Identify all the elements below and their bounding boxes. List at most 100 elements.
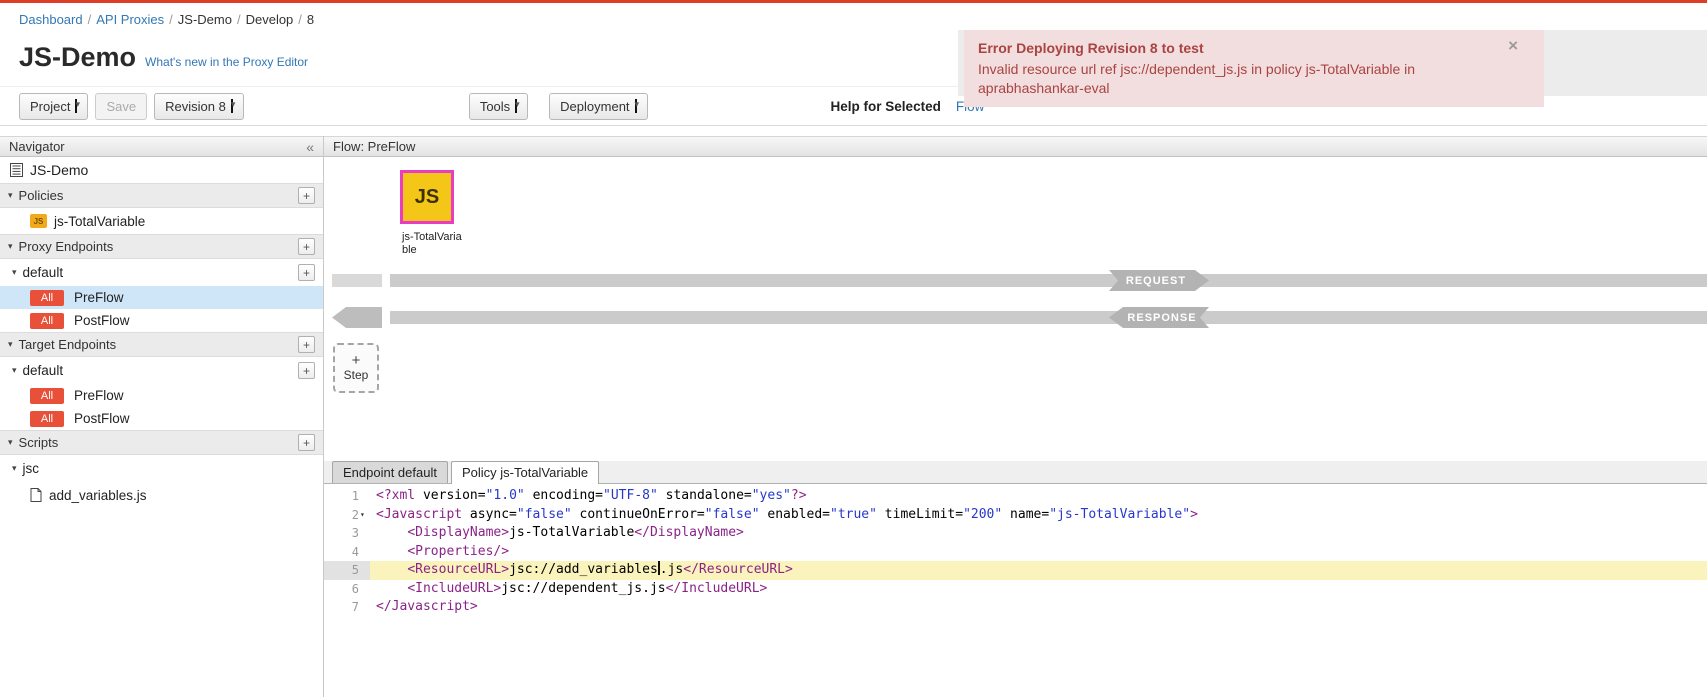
policy-node-js-totalvariable[interactable]: JS bbox=[400, 170, 454, 224]
add-policy-button[interactable]: + bbox=[298, 187, 315, 204]
section-target-endpoints[interactable]: ▾ Target Endpoints + bbox=[0, 332, 323, 357]
breadcrumb-revision: 8 bbox=[307, 12, 314, 27]
code-line-4[interactable]: 4 <Properties/> bbox=[324, 543, 1707, 562]
error-alert: Error Deploying Revision 8 to test Inval… bbox=[964, 30, 1544, 107]
line-number: 4 bbox=[324, 543, 370, 562]
code-line-5[interactable]: 5 <ResourceURL>jsc://add_variables.js</R… bbox=[324, 561, 1707, 580]
request-flow-start-segment bbox=[332, 274, 382, 287]
save-button[interactable]: Save bbox=[95, 93, 147, 120]
section-label: Policies bbox=[19, 188, 298, 203]
add-flow-button[interactable]: + bbox=[298, 264, 315, 281]
chevron-down-icon: ▾ bbox=[231, 99, 233, 113]
navigator-title: Navigator bbox=[9, 139, 306, 154]
flow-canvas[interactable]: JS js-TotalVariable REQUEST RESPONSE + S… bbox=[324, 157, 1707, 461]
request-flow-bar bbox=[390, 274, 1707, 287]
fold-arrow-icon[interactable]: ▾ bbox=[359, 506, 370, 525]
collapse-sidebar-button[interactable]: « bbox=[306, 139, 314, 155]
add-proxy-endpoint-button[interactable]: + bbox=[298, 238, 315, 255]
chevron-down-icon: ▾ bbox=[75, 99, 77, 113]
line-number: 7 bbox=[324, 598, 370, 617]
navigator-item-js-demo[interactable]: JS-Demo bbox=[0, 157, 323, 183]
group-label: default bbox=[23, 363, 298, 378]
breadcrumb-separator: / bbox=[298, 12, 302, 27]
navigator-item-proxy-postflow[interactable]: All PostFlow bbox=[0, 309, 323, 332]
code-text[interactable]: <ResourceURL>jsc://add_variables.js</Res… bbox=[370, 561, 793, 580]
project-button[interactable]: Project ▾ bbox=[19, 93, 88, 120]
chevron-down-icon: ▾ bbox=[12, 267, 17, 278]
section-policies[interactable]: ▾ Policies + bbox=[0, 183, 323, 208]
xml-code-editor[interactable]: 1<?xml version="1.0" encoding="UTF-8" st… bbox=[324, 484, 1707, 697]
navigator-sidebar: Navigator « JS-Demo ▾ Policies + JS js-T… bbox=[0, 136, 324, 697]
plus-icon: + bbox=[352, 353, 361, 368]
code-text[interactable]: <Javascript async="false" continueOnErro… bbox=[370, 506, 1198, 525]
tab-endpoint-default[interactable]: Endpoint default bbox=[332, 461, 448, 483]
flow-header: Flow: PreFlow bbox=[324, 136, 1707, 157]
section-label: Scripts bbox=[19, 435, 298, 450]
add-step-button[interactable]: + Step bbox=[333, 343, 379, 393]
deployment-button-label: Deployment bbox=[560, 99, 629, 114]
breadcrumb-api-proxies[interactable]: API Proxies bbox=[96, 12, 164, 27]
revision-button[interactable]: Revision 8 ▾ bbox=[154, 93, 244, 120]
response-arrow-head bbox=[332, 307, 382, 328]
line-number: 3 bbox=[324, 524, 370, 543]
tools-button[interactable]: Tools ▾ bbox=[469, 93, 528, 120]
save-button-label: Save bbox=[106, 99, 136, 114]
code-line-1[interactable]: 1<?xml version="1.0" encoding="UTF-8" st… bbox=[324, 487, 1707, 506]
file-label: add_variables.js bbox=[49, 488, 147, 503]
help-for-selected-label: Help for Selected bbox=[831, 99, 941, 114]
group-label: default bbox=[23, 265, 298, 280]
policy-label: js-TotalVariable bbox=[54, 214, 145, 229]
proxy-endpoint-default[interactable]: ▾ default + bbox=[0, 259, 323, 286]
flow-label: PostFlow bbox=[74, 411, 130, 426]
breadcrumb-dashboard[interactable]: Dashboard bbox=[19, 12, 83, 27]
js-policy-icon: JS bbox=[30, 214, 47, 228]
close-icon[interactable]: × bbox=[1508, 37, 1518, 54]
navigator-item-target-postflow[interactable]: All PostFlow bbox=[0, 407, 323, 430]
code-text[interactable]: <?xml version="1.0" encoding="UTF-8" sta… bbox=[370, 487, 807, 506]
code-text[interactable]: </Javascript> bbox=[370, 598, 478, 617]
response-arrow: RESPONSE bbox=[1109, 307, 1209, 328]
chevron-down-icon: ▾ bbox=[12, 365, 17, 376]
policy-node-label: js-TotalVariable bbox=[402, 231, 462, 257]
code-text[interactable]: <IncludeURL>jsc://dependent_js.js</Inclu… bbox=[370, 580, 767, 599]
main-area: Navigator « JS-Demo ▾ Policies + JS js-T… bbox=[0, 136, 1707, 697]
navigator-item-proxy-preflow[interactable]: All PreFlow bbox=[0, 286, 323, 309]
navigator-item-js-totalvariable[interactable]: JS js-TotalVariable bbox=[0, 208, 323, 234]
add-script-button[interactable]: + bbox=[298, 434, 315, 451]
deployment-button[interactable]: Deployment ▾ bbox=[549, 93, 647, 120]
target-endpoint-default[interactable]: ▾ default + bbox=[0, 357, 323, 384]
code-line-3[interactable]: 3 <DisplayName>js-TotalVariable</Display… bbox=[324, 524, 1707, 543]
all-condition-badge: All bbox=[30, 313, 64, 329]
breadcrumb-develop: Develop bbox=[246, 12, 294, 27]
chevron-down-icon: ▾ bbox=[8, 190, 13, 201]
section-scripts[interactable]: ▾ Scripts + bbox=[0, 430, 323, 455]
chevron-down-icon: ▾ bbox=[12, 463, 17, 474]
page-title: JS-Demo bbox=[19, 42, 136, 73]
add-flow-button[interactable]: + bbox=[298, 362, 315, 379]
breadcrumb-separator: / bbox=[169, 12, 173, 27]
chevron-down-icon: ▾ bbox=[8, 241, 13, 252]
scripts-folder-jsc[interactable]: ▾ jsc bbox=[0, 455, 323, 482]
add-target-endpoint-button[interactable]: + bbox=[298, 336, 315, 353]
all-condition-badge: All bbox=[30, 290, 64, 306]
code-text[interactable]: <DisplayName>js-TotalVariable</DisplayNa… bbox=[370, 524, 744, 543]
chevron-down-icon: ▾ bbox=[8, 339, 13, 350]
line-number: 5 bbox=[324, 561, 370, 580]
error-alert-message: Invalid resource url ref jsc://dependent… bbox=[978, 60, 1504, 98]
chevron-down-icon: ▾ bbox=[8, 437, 13, 448]
section-label: Target Endpoints bbox=[19, 337, 298, 352]
tab-policy-js-totalvariable[interactable]: Policy js-TotalVariable bbox=[451, 461, 599, 484]
chevron-down-icon: ▾ bbox=[635, 99, 637, 113]
breadcrumb-separator: / bbox=[237, 12, 241, 27]
chevron-down-icon: ▾ bbox=[515, 99, 517, 113]
navigator-item-add-variables-js[interactable]: add_variables.js bbox=[0, 482, 323, 508]
line-number: 6 bbox=[324, 580, 370, 599]
code-line-7[interactable]: 7</Javascript> bbox=[324, 598, 1707, 617]
code-line-2[interactable]: 2▾<Javascript async="false" continueOnEr… bbox=[324, 506, 1707, 525]
code-text[interactable]: <Properties/> bbox=[370, 543, 509, 562]
navigator-item-target-preflow[interactable]: All PreFlow bbox=[0, 384, 323, 407]
flow-label: PreFlow bbox=[74, 290, 124, 305]
code-line-6[interactable]: 6 <IncludeURL>jsc://dependent_js.js</Inc… bbox=[324, 580, 1707, 599]
section-proxy-endpoints[interactable]: ▾ Proxy Endpoints + bbox=[0, 234, 323, 259]
whats-new-link[interactable]: What's new in the Proxy Editor bbox=[145, 55, 308, 69]
